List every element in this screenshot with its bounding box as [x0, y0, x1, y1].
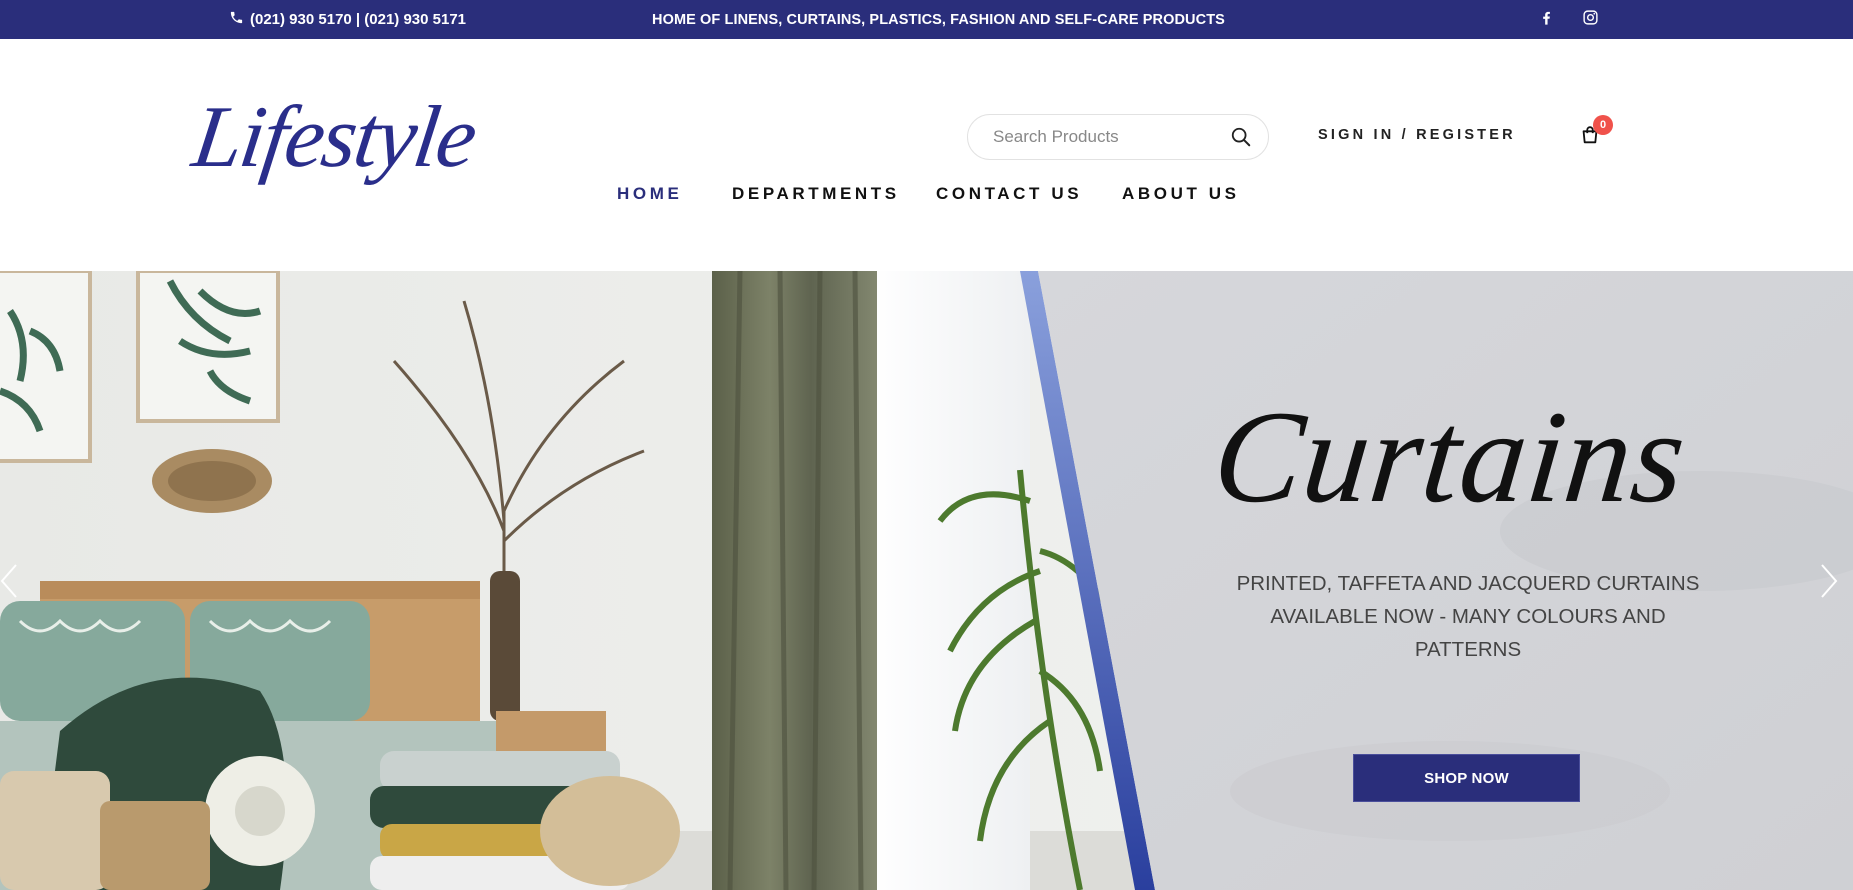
- chevron-left-icon: [0, 564, 24, 605]
- store-tagline: HOME OF LINENS, CURTAINS, PLASTICS, FASH…: [652, 11, 1225, 28]
- hero-subtitle-line: AVAILABLE NOW - MANY COLOURS AND: [1270, 605, 1666, 628]
- cart-count-badge: 0: [1593, 115, 1613, 135]
- nav-about-us[interactable]: ABOUT US: [1122, 184, 1240, 204]
- main-nav: HOME DEPARTMENTS CONTACT US ABOUT US: [0, 184, 1853, 224]
- instagram-icon: [1582, 9, 1599, 31]
- hero-subtitle: PRINTED, TAFFETA AND JACQUERD CURTAINS A…: [1220, 567, 1716, 666]
- search-icon[interactable]: [1228, 124, 1254, 150]
- shop-now-button[interactable]: SHOP NOW: [1353, 754, 1580, 802]
- phone-icon: [229, 10, 244, 29]
- top-bar: (021) 930 5170 | (021) 930 5171 HOME OF …: [0, 0, 1853, 39]
- slider-prev-button[interactable]: [0, 561, 24, 601]
- facebook-icon: [1538, 9, 1555, 31]
- site-header: Lifestyle SIGN IN / REGISTER 0 HOME DEPA…: [0, 39, 1853, 271]
- phone-contact[interactable]: (021) 930 5170 | (021) 930 5171: [229, 0, 466, 39]
- hero-slider: Curtains PRINTED, TAFFETA AND JACQUERD C…: [0, 271, 1853, 890]
- nav-contact-us[interactable]: CONTACT US: [936, 184, 1082, 204]
- shopping-bag-icon: [1579, 126, 1601, 150]
- logo-text: Lifestyle: [187, 89, 481, 186]
- hero-subtitle-line: PATTERNS: [1414, 638, 1522, 661]
- chevron-right-icon: [1814, 564, 1844, 605]
- lifestyle-logo[interactable]: Lifestyle: [187, 69, 481, 199]
- instagram-link[interactable]: [1582, 0, 1599, 39]
- phone-numbers: (021) 930 5170 | (021) 930 5171: [250, 11, 467, 28]
- search-input[interactable]: [993, 127, 1228, 147]
- nav-departments[interactable]: DEPARTMENTS: [732, 184, 900, 204]
- hero-subtitle-line: PRINTED, TAFFETA AND JACQUERD CURTAINS: [1236, 572, 1700, 595]
- hero-title: Curtains: [1207, 383, 1693, 530]
- sign-in-register-link[interactable]: SIGN IN / REGISTER: [1318, 127, 1516, 143]
- facebook-link[interactable]: [1538, 0, 1555, 39]
- slider-next-button[interactable]: [1814, 561, 1844, 601]
- product-search: [967, 114, 1269, 160]
- cart-button[interactable]: 0: [1579, 115, 1613, 150]
- nav-home[interactable]: HOME: [617, 184, 682, 204]
